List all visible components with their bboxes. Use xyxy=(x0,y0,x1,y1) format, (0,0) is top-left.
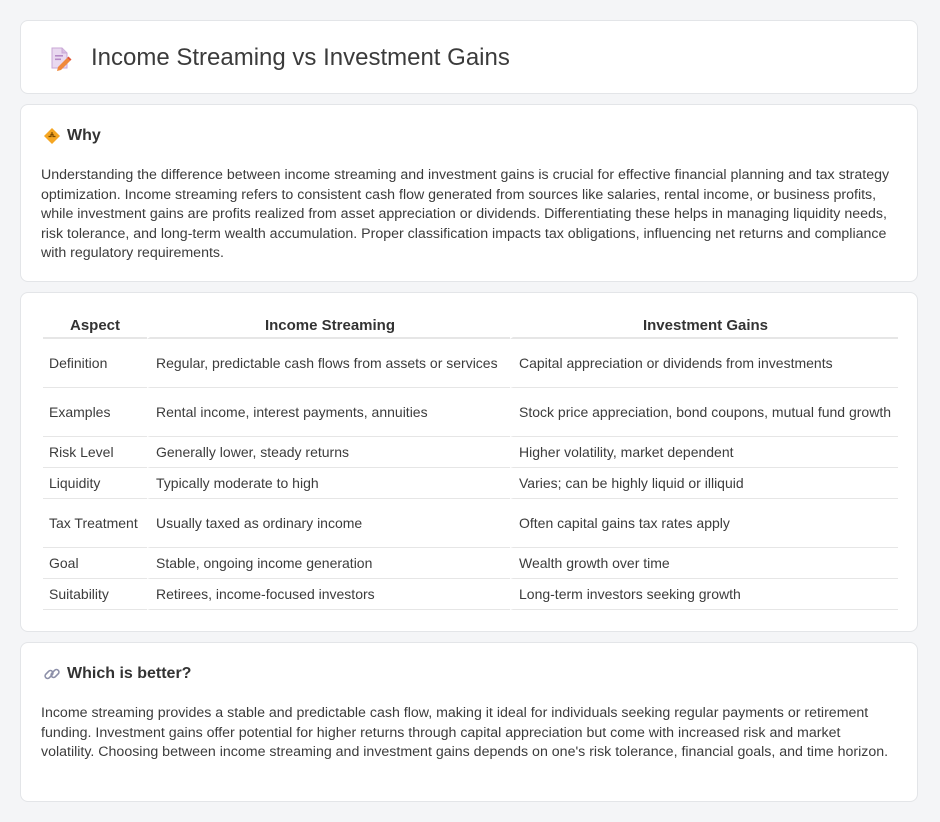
row-income-streaming: Generally lower, steady returns xyxy=(147,437,510,468)
why-text: Understanding the difference between inc… xyxy=(41,167,890,262)
table-row: Liquidity Typically moderate to high Var… xyxy=(43,468,898,499)
row-income-streaming: Rental income, interest payments, annuit… xyxy=(147,388,510,437)
row-investment-gains: Varies; can be highly liquid or illiquid xyxy=(510,468,898,499)
which-is-better-heading: Which is better? xyxy=(67,665,192,682)
column-header-investment-gains: Investment Gains xyxy=(510,313,898,339)
which-is-better-text: Income streaming provides a stable and p… xyxy=(41,705,889,761)
diamond-warning-icon xyxy=(43,127,61,145)
table-row: Goal Stable, ongoing income generation W… xyxy=(43,548,898,579)
column-header-aspect: Aspect xyxy=(43,313,147,339)
row-aspect: Risk Level xyxy=(43,437,147,468)
row-investment-gains: Long-term investors seeking growth xyxy=(510,579,898,610)
document-edit-icon xyxy=(47,45,73,71)
table-row: Suitability Retirees, income-focused inv… xyxy=(43,579,898,610)
row-investment-gains: Often capital gains tax rates apply xyxy=(510,499,898,548)
row-income-streaming: Usually taxed as ordinary income xyxy=(147,499,510,548)
row-aspect: Tax Treatment xyxy=(43,499,147,548)
why-section: Why Understanding the difference between… xyxy=(20,104,918,282)
link-icon xyxy=(43,665,61,683)
row-income-streaming: Stable, ongoing income generation xyxy=(147,548,510,579)
which-is-better-section: Which is better? Income streaming provid… xyxy=(20,642,918,802)
comparison-table: Aspect Income Streaming Investment Gains… xyxy=(43,313,898,610)
table-row: Tax Treatment Usually taxed as ordinary … xyxy=(43,499,898,548)
row-investment-gains: Higher volatility, market dependent xyxy=(510,437,898,468)
row-investment-gains: Capital appreciation or dividends from i… xyxy=(510,339,898,388)
row-aspect: Suitability xyxy=(43,579,147,610)
row-income-streaming: Retirees, income-focused investors xyxy=(147,579,510,610)
row-aspect: Definition xyxy=(43,339,147,388)
table-row: Examples Rental income, interest payment… xyxy=(43,388,898,437)
row-income-streaming: Regular, predictable cash flows from ass… xyxy=(147,339,510,388)
column-header-income-streaming: Income Streaming xyxy=(147,313,510,339)
comparison-section: Aspect Income Streaming Investment Gains… xyxy=(20,292,918,632)
row-aspect: Goal xyxy=(43,548,147,579)
row-aspect: Liquidity xyxy=(43,468,147,499)
header-card: Income Streaming vs Investment Gains xyxy=(20,20,918,94)
row-aspect: Examples xyxy=(43,388,147,437)
why-heading: Why xyxy=(67,127,101,144)
row-investment-gains: Wealth growth over time xyxy=(510,548,898,579)
page-title: Income Streaming vs Investment Gains xyxy=(91,44,510,71)
table-row: Risk Level Generally lower, steady retur… xyxy=(43,437,898,468)
row-income-streaming: Typically moderate to high xyxy=(147,468,510,499)
row-investment-gains: Stock price appreciation, bond coupons, … xyxy=(510,388,898,437)
table-header-row: Aspect Income Streaming Investment Gains xyxy=(43,313,898,339)
table-row: Definition Regular, predictable cash flo… xyxy=(43,339,898,388)
